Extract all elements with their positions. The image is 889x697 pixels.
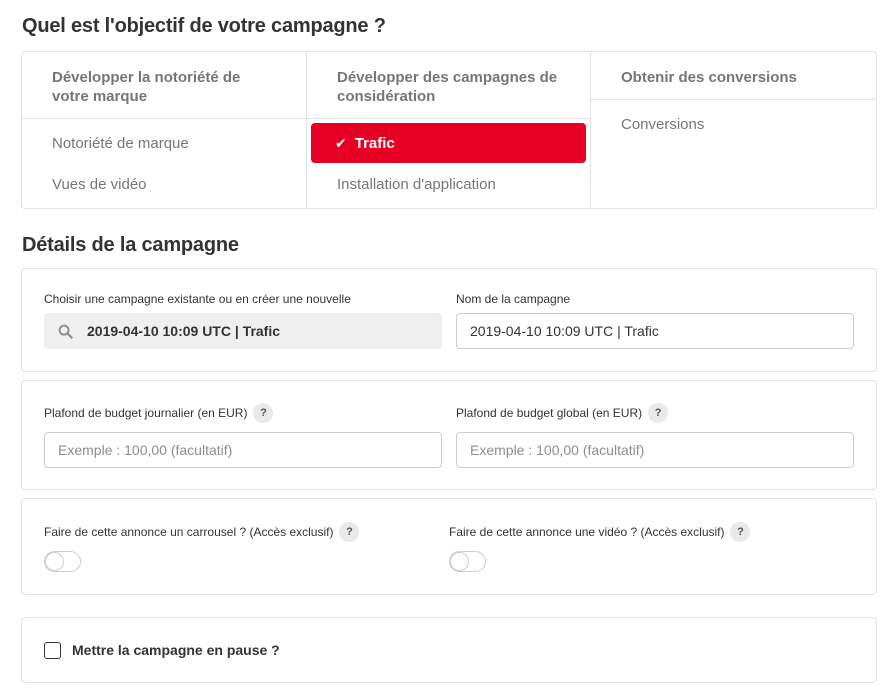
objective-title: Quel est l'objectif de votre campagne ? <box>22 15 386 37</box>
carousel-label-row: Faire de cette annonce un carrousel ? (A… <box>44 522 360 542</box>
objective-option-label: Trafic <box>354 134 395 152</box>
objective-column-heading: Développer la notoriété de votre marque <box>22 52 306 119</box>
existing-campaign-label: Choisir une campagne existante ou en cré… <box>44 292 351 306</box>
pause-label[interactable]: Mettre la campagne en pause ? <box>72 642 280 658</box>
daily-budget-label-row: Plafond de budget journalier (en EUR) ? <box>44 403 274 423</box>
objective-selector: Développer la notoriété de votre marque … <box>21 51 877 209</box>
search-icon <box>58 324 73 339</box>
objective-option-traffic-selected[interactable]: ✔ Trafic <box>311 123 586 163</box>
budget-card: Plafond de budget journalier (en EUR) ? … <box>21 380 877 490</box>
details-title: Détails de la campagne <box>22 234 239 256</box>
objective-option-app-install[interactable]: Installation d'application <box>337 176 496 193</box>
pause-checkbox[interactable] <box>44 642 61 659</box>
global-budget-label: Plafond de budget global (en EUR) <box>456 406 643 420</box>
objective-column-conversions: Obtenir des conversions Conversions <box>591 52 876 208</box>
toggle-knob <box>45 552 64 571</box>
existing-campaign-search[interactable]: 2019-04-10 10:09 UTC | Trafic <box>44 313 442 349</box>
video-label-row: Faire de cette annonce une vidéo ? (Accè… <box>449 522 751 542</box>
objective-option-brand-awareness[interactable]: Notoriété de marque <box>52 135 189 152</box>
format-card: Faire de cette annonce un carrousel ? (A… <box>21 498 877 595</box>
objective-column-awareness: Développer la notoriété de votre marque … <box>22 52 307 208</box>
objective-column-heading: Obtenir des conversions <box>591 52 876 100</box>
help-icon[interactable]: ? <box>339 522 360 542</box>
existing-campaign-value: 2019-04-10 10:09 UTC | Trafic <box>87 323 281 339</box>
pause-card: Mettre la campagne en pause ? <box>21 617 877 683</box>
video-label: Faire de cette annonce une vidéo ? (Accè… <box>449 525 725 539</box>
toggle-knob <box>450 552 469 571</box>
global-budget-label-row: Plafond de budget global (en EUR) ? <box>456 403 669 423</box>
objective-option-video-views[interactable]: Vues de vidéo <box>52 176 147 193</box>
daily-budget-input[interactable]: Exemple : 100,00 (facultatif) <box>44 432 442 468</box>
campaign-name-card: Choisir une campagne existante ou en cré… <box>21 268 877 372</box>
video-toggle[interactable] <box>449 551 486 572</box>
help-icon[interactable]: ? <box>730 522 751 542</box>
help-icon[interactable]: ? <box>648 403 669 423</box>
checkmark-icon: ✔ <box>335 134 347 151</box>
carousel-toggle[interactable] <box>44 551 81 572</box>
objective-column-heading: Développer des campagnes de considératio… <box>307 52 590 119</box>
daily-budget-label: Plafond de budget journalier (en EUR) <box>44 406 248 420</box>
objective-option-conversions[interactable]: Conversions <box>621 116 704 133</box>
help-icon[interactable]: ? <box>253 403 274 423</box>
campaign-name-input[interactable]: 2019-04-10 10:09 UTC | Trafic <box>456 313 854 349</box>
global-budget-input[interactable]: Exemple : 100,00 (facultatif) <box>456 432 854 468</box>
campaign-name-label: Nom de la campagne <box>456 292 571 306</box>
carousel-label: Faire de cette annonce un carrousel ? (A… <box>44 525 334 539</box>
objective-column-consideration: Développer des campagnes de considératio… <box>307 52 591 208</box>
